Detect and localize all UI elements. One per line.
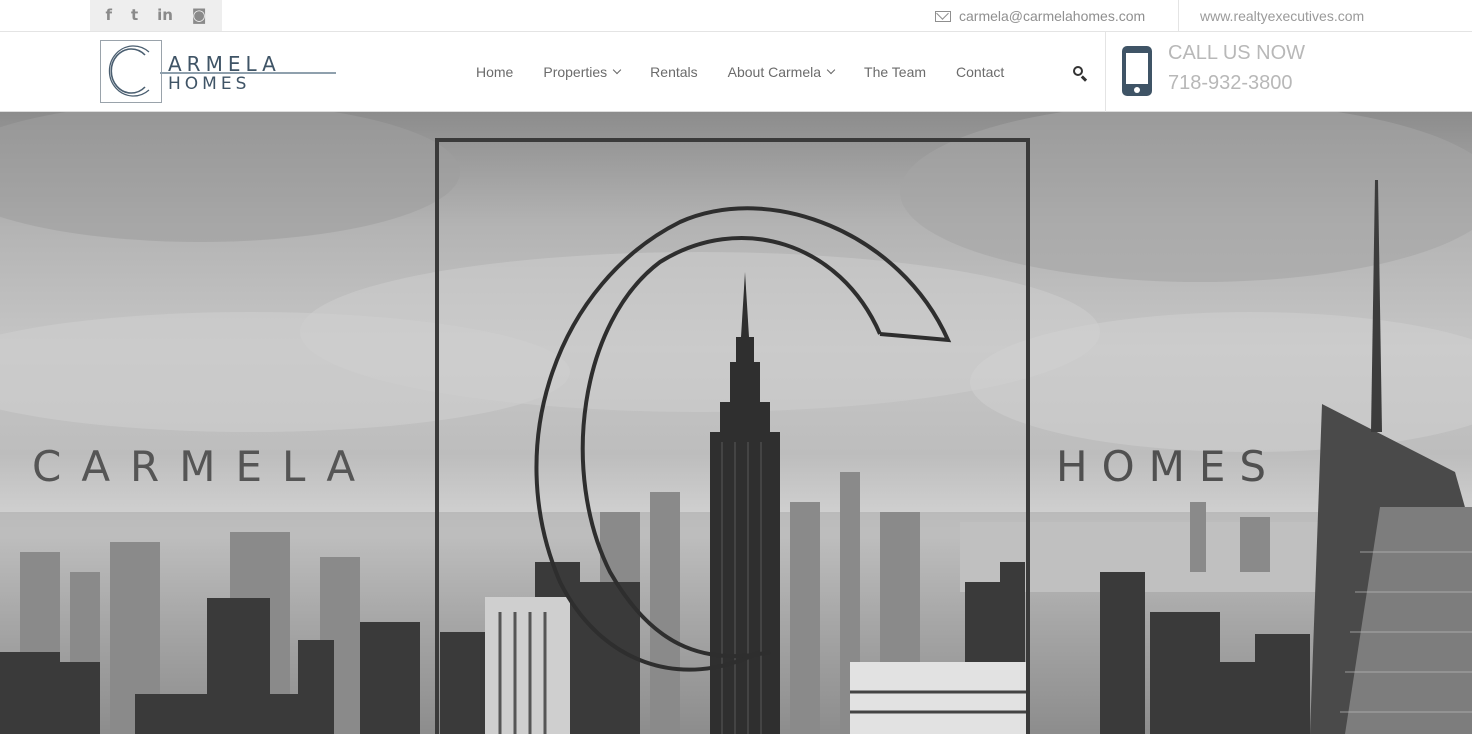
nav-label: Rentals <box>650 64 698 80</box>
nav-item-team[interactable]: The Team <box>864 64 926 80</box>
search-icon[interactable] <box>1072 65 1088 82</box>
logo-text-top: ARMELA <box>168 52 281 76</box>
phone-number[interactable]: 718-932-3800 <box>1168 72 1293 95</box>
hero-title-right: HOMES <box>1056 442 1281 491</box>
twitter-icon[interactable]: t <box>131 0 138 31</box>
call-label: CALL US NOW <box>1168 42 1306 64</box>
logo[interactable]: ARMELA HOMES <box>100 40 340 104</box>
top-bar: f t in ◙ carmela@carmelahomes.com www.re… <box>0 0 1472 32</box>
nav-label: Contact <box>956 64 1005 80</box>
hero-banner: CARMELA HOMES <box>0 112 1472 734</box>
nav-item-rentals[interactable]: Rentals <box>650 64 697 80</box>
nav-label: Properties <box>543 64 608 80</box>
nav-item-contact[interactable]: Contact <box>956 64 1004 80</box>
nav-label: The Team <box>864 64 927 80</box>
instagram-icon[interactable]: ◙ <box>192 0 207 31</box>
nav-label: Home <box>476 64 514 80</box>
nav-item-about[interactable]: About Carmela <box>727 64 836 80</box>
envelope-icon <box>935 10 951 22</box>
divider <box>1178 0 1179 32</box>
nav-item-home[interactable]: Home <box>476 64 513 80</box>
logo-text-bottom: HOMES <box>168 74 251 94</box>
facebook-icon[interactable]: f <box>105 0 112 31</box>
linkedin-icon[interactable]: in <box>157 0 173 31</box>
email-text: carmela@carmelahomes.com <box>959 8 1146 24</box>
email-link[interactable]: carmela@carmelahomes.com <box>935 0 1145 32</box>
chevron-down-icon <box>612 65 622 75</box>
phone-icon <box>1122 46 1152 96</box>
hero-skyline-image <box>0 112 1472 734</box>
nav-label: About Carmela <box>727 64 822 80</box>
social-links: f t in ◙ <box>90 0 222 31</box>
nav-item-properties[interactable]: Properties <box>543 64 622 80</box>
logo-c-icon <box>108 45 150 97</box>
site-header: ARMELA HOMES Home Properties Rentals Abo… <box>0 32 1472 112</box>
logo-box <box>100 40 162 103</box>
website-link[interactable]: www.realtyexecutives.com <box>1200 0 1364 32</box>
hero-title-left: CARMELA <box>32 442 376 491</box>
main-nav: Home Properties Rentals About Carmela Th… <box>476 32 1034 112</box>
chevron-down-icon <box>826 65 836 75</box>
divider <box>1105 32 1106 112</box>
